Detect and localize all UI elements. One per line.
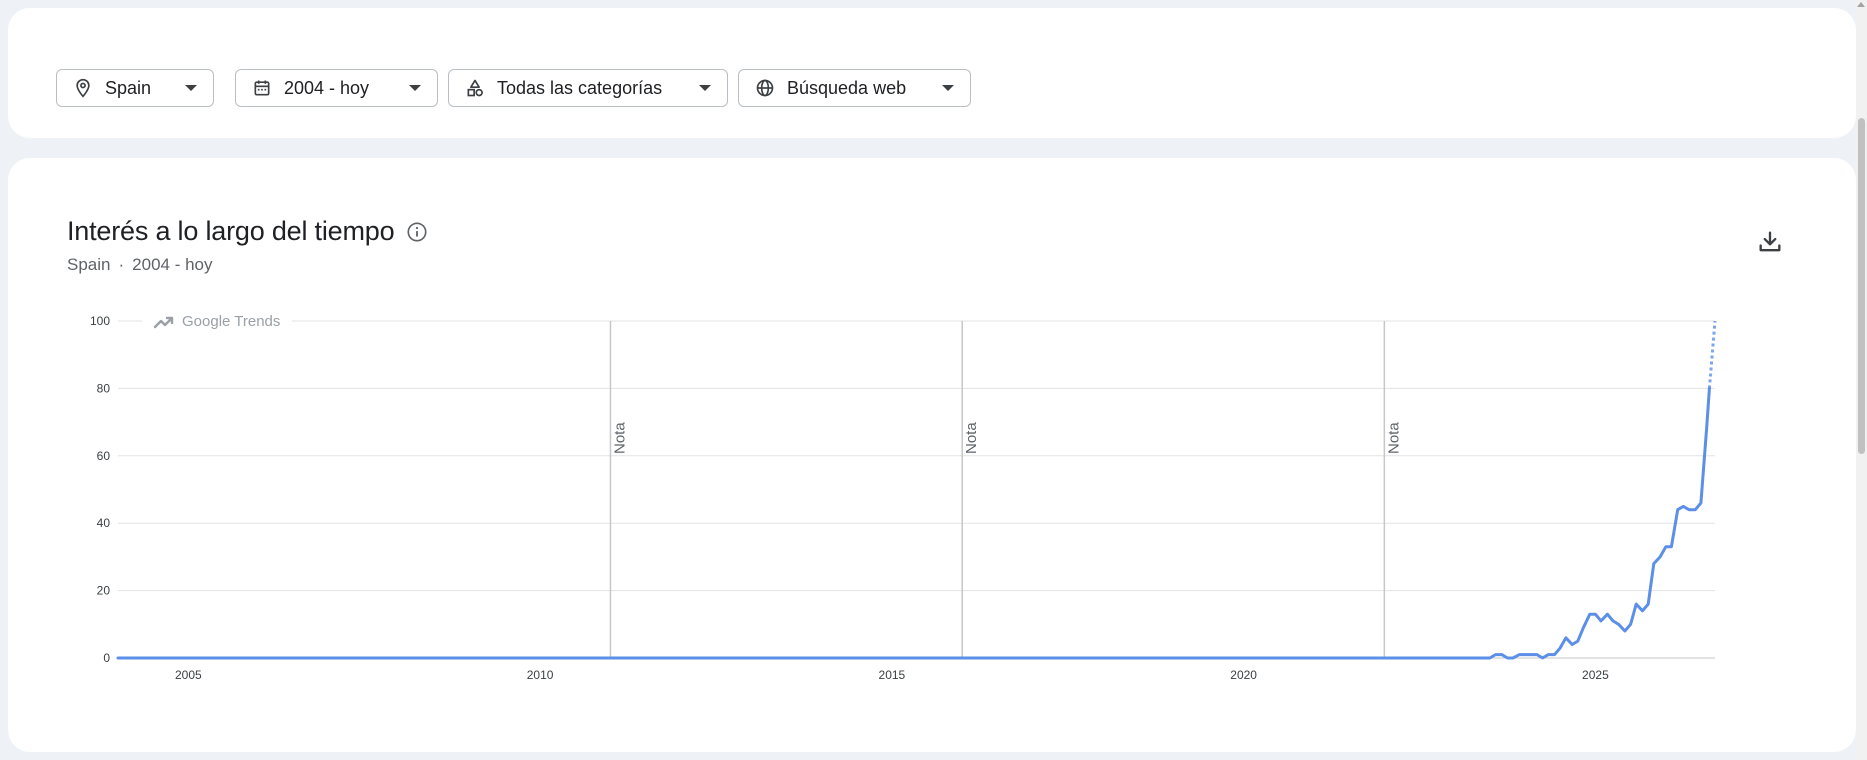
globe-icon — [755, 78, 775, 98]
y-tick-label: 20 — [97, 584, 111, 598]
trend-chart: Nota Nota Nota 0 20 40 60 80 100 2005 2010 2015 202… — [90, 310, 1717, 682]
search-type-filter-label: Búsqueda web — [787, 77, 907, 98]
note-label: Nota — [963, 422, 980, 454]
period-filter-button[interactable]: 2004 - hoy — [235, 69, 438, 107]
y-tick-label: 80 — [97, 381, 111, 395]
note-label: Nota — [1385, 422, 1402, 454]
chevron-down-icon — [942, 85, 954, 91]
scrollbar-thumb[interactable] — [1858, 118, 1865, 454]
filters-bar: Spain 2004 - hoy Todas las categorías Bú… — [8, 8, 1856, 138]
interest-over-time-panel: Interés a lo largo del tiempo Spain · 2004… — [8, 158, 1856, 752]
page-scrollbar[interactable] — [1856, 0, 1867, 760]
region-filter-button[interactable]: Spain — [56, 69, 214, 107]
chevron-down-icon — [185, 85, 197, 91]
x-tick-label: 2025 — [1582, 668, 1609, 682]
chevron-down-icon — [409, 85, 421, 91]
y-tick-label: 100 — [90, 314, 110, 328]
watermark-text: Google Trends — [182, 313, 280, 330]
note-label: Nota — [611, 422, 628, 454]
calendar-icon — [252, 78, 272, 98]
x-tick-label: 2010 — [527, 668, 554, 682]
x-tick-label: 2005 — [175, 668, 202, 682]
location-pin-icon — [73, 78, 93, 98]
search-type-filter-button[interactable]: Búsqueda web — [738, 69, 971, 107]
y-tick-label: 60 — [97, 449, 111, 463]
period-filter-label: 2004 - hoy — [284, 77, 370, 98]
chevron-down-icon — [699, 85, 711, 91]
y-tick-label: 40 — [97, 516, 111, 530]
y-tick-label: 0 — [103, 651, 110, 665]
scroll-up-arrow-icon[interactable] — [1857, 2, 1865, 7]
region-filter-label: Spain — [105, 77, 152, 98]
x-tick-label: 2015 — [879, 668, 906, 682]
category-filter-button[interactable]: Todas las categorías — [448, 69, 728, 107]
x-tick-label: 2020 — [1230, 668, 1257, 682]
category-shapes-icon — [465, 78, 485, 98]
category-filter-label: Todas las categorías — [497, 77, 663, 98]
series-line-partial — [1707, 320, 1717, 389]
